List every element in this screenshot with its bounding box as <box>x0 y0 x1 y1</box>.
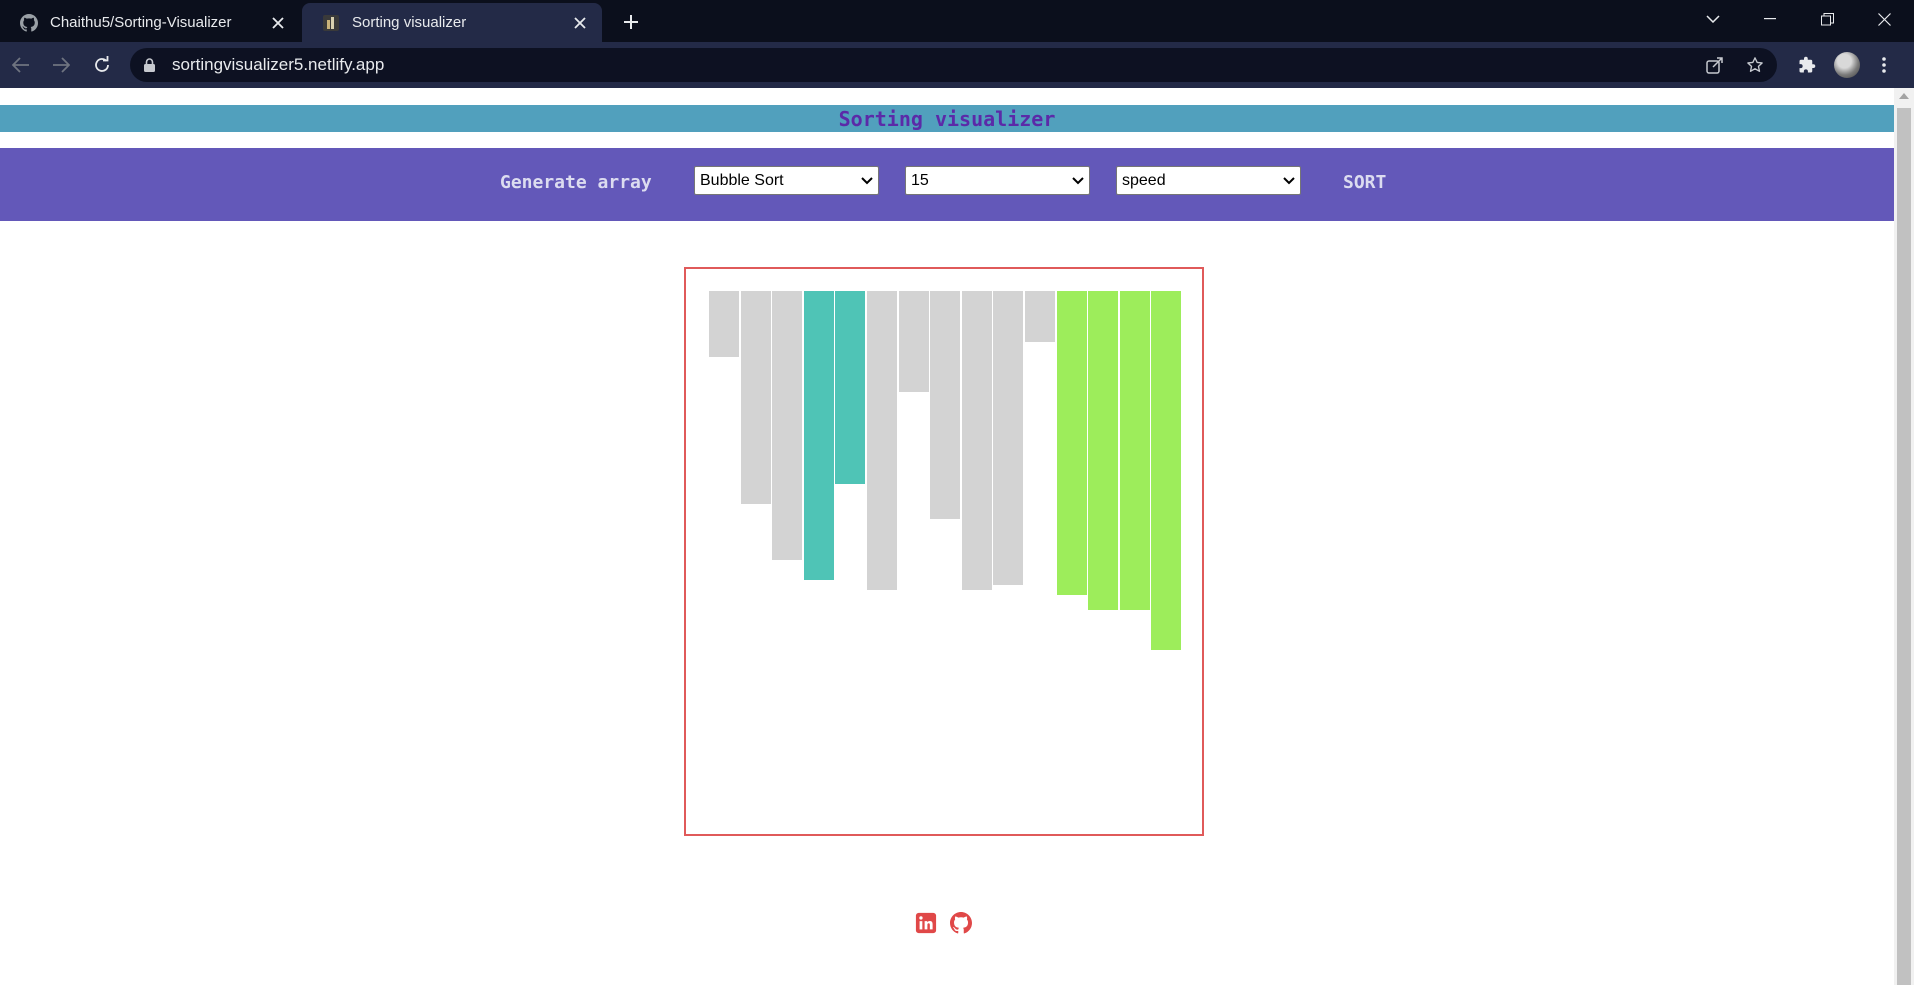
array-bar-5 <box>867 291 897 590</box>
chevron-down-icon <box>856 176 878 185</box>
minimize-icon <box>1764 18 1776 20</box>
array-bar-7 <box>930 291 961 519</box>
back-arrow-icon <box>12 57 29 73</box>
github-link[interactable] <box>949 911 973 935</box>
chevron-down-icon <box>1067 176 1089 185</box>
array-bar-6 <box>898 291 929 392</box>
minimize-button[interactable] <box>1742 0 1798 38</box>
array-bar-13 <box>1119 291 1150 610</box>
array-bars <box>709 291 1189 691</box>
chevron-down-icon <box>1278 176 1300 185</box>
address-bar[interactable]: sortingvisualizer5.netlify.app <box>130 48 1777 82</box>
avatar <box>1834 52 1860 78</box>
close-window-button[interactable] <box>1856 0 1912 38</box>
array-bar-9 <box>993 291 1024 585</box>
plus-icon <box>624 15 638 29</box>
array-bar-4 <box>835 291 866 484</box>
close-tab-icon[interactable] <box>570 13 590 33</box>
array-bar-14 <box>1151 291 1182 650</box>
array-bar-0 <box>709 291 739 357</box>
page-content: Sorting visualizer Generate array Bubble… <box>0 88 1894 985</box>
reload-icon <box>95 56 109 72</box>
forward-button[interactable] <box>45 49 77 81</box>
site-icon <box>322 14 340 32</box>
array-bar-10 <box>1025 291 1055 342</box>
browser-menu-button[interactable] <box>1872 49 1896 81</box>
restore-icon <box>1820 12 1834 25</box>
tab-sorting-visualizer[interactable]: Sorting visualizer <box>302 3 602 42</box>
array-size-select-value: 15 <box>911 171 929 189</box>
restore-button[interactable] <box>1799 0 1855 38</box>
close-icon <box>1877 12 1891 26</box>
array-bar-12 <box>1088 291 1119 610</box>
speed-select-value: speed <box>1122 171 1166 189</box>
array-bar-11 <box>1056 291 1087 595</box>
browser-tabstrip: Chaithu5/Sorting-Visualizer Sorting visu… <box>0 0 1914 42</box>
algorithm-select-value: Bubble Sort <box>700 171 784 189</box>
scrollbar-thumb[interactable] <box>1897 108 1911 985</box>
generate-array-button[interactable]: Generate array <box>500 172 652 193</box>
browser-toolbar: sortingvisualizer5.netlify.app <box>0 42 1914 88</box>
close-tab-icon[interactable] <box>268 13 288 33</box>
controls-bar: Generate array Bubble Sort 15 speed SORT <box>0 148 1894 221</box>
more-vertical-icon <box>1882 57 1886 73</box>
array-size-select[interactable]: 15 <box>905 166 1090 195</box>
page-title: Sorting visualizer <box>838 106 1056 131</box>
tab-title: Chaithu5/Sorting-Visualizer <box>50 14 232 31</box>
new-tab-button[interactable] <box>618 9 644 35</box>
array-bar-1 <box>740 291 771 504</box>
profile-avatar[interactable] <box>1831 49 1863 81</box>
chevron-down-icon <box>1706 15 1720 23</box>
app-header: Sorting visualizer <box>0 105 1894 132</box>
bookmark-star-icon[interactable] <box>1743 53 1767 77</box>
tab-title: Sorting visualizer <box>352 14 467 31</box>
linkedin-link[interactable] <box>914 911 938 935</box>
github-icon <box>20 13 38 32</box>
algorithm-select[interactable]: Bubble Sort <box>694 166 879 195</box>
array-bar-3 <box>803 291 834 580</box>
extensions-icon[interactable] <box>1791 49 1823 81</box>
array-bar-2 <box>772 291 803 560</box>
array-bar-8 <box>961 291 992 590</box>
tab-github-repo[interactable]: Chaithu5/Sorting-Visualizer <box>0 3 300 42</box>
reload-button[interactable] <box>86 49 118 81</box>
speed-select[interactable]: speed <box>1116 166 1301 195</box>
back-button[interactable] <box>5 49 37 81</box>
sort-button[interactable]: SORT <box>1343 172 1386 193</box>
scroll-up-arrow-icon[interactable] <box>1899 93 1909 99</box>
github-icon <box>950 912 972 934</box>
linkedin-icon <box>915 912 937 934</box>
page-scrollbar[interactable] <box>1894 88 1914 985</box>
array-visualization <box>684 267 1204 836</box>
share-icon[interactable] <box>1703 53 1727 77</box>
tab-search-button[interactable] <box>1685 0 1741 38</box>
lock-icon <box>144 58 160 72</box>
url-text: sortingvisualizer5.netlify.app <box>172 55 385 74</box>
forward-arrow-icon <box>53 57 70 73</box>
